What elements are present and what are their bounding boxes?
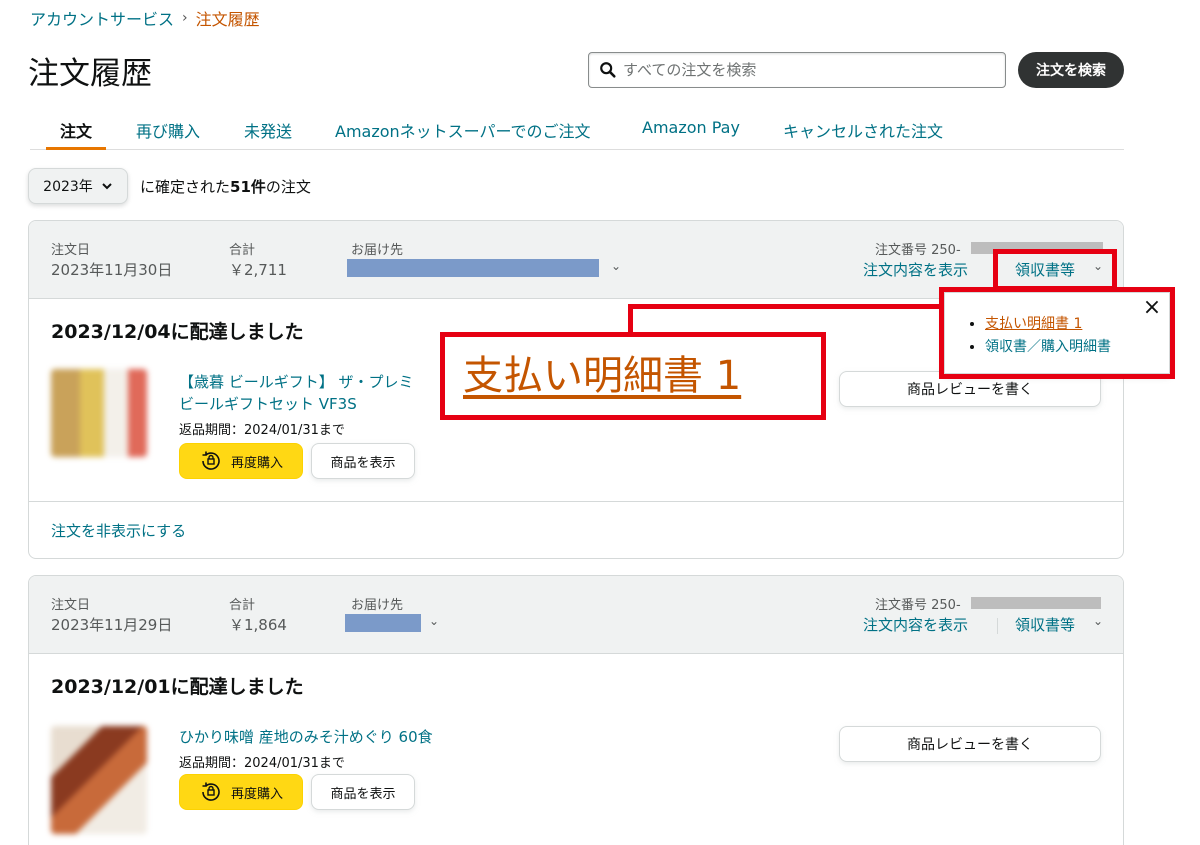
- reorder-icon: [202, 451, 220, 470]
- order-date: 2023年11月29日: [51, 616, 173, 634]
- buy-again-button[interactable]: 再度購入: [179, 443, 303, 479]
- breadcrumb-account-services[interactable]: アカウントサービス: [30, 6, 174, 30]
- view-item-button[interactable]: 商品を表示: [311, 443, 415, 479]
- zoom-callout: 支払い明細書 1: [440, 332, 826, 420]
- buy-again-button[interactable]: 再度購入: [179, 774, 303, 810]
- order-number-label: 注文番号 250-: [875, 243, 961, 258]
- page-title: 注文履歴: [28, 56, 152, 92]
- write-review-button[interactable]: 商品レビューを書く: [839, 726, 1101, 762]
- redacted-recipient[interactable]: [347, 259, 599, 277]
- order-date: 2023年11月30日: [51, 261, 173, 279]
- year-select-value: 2023年: [43, 179, 93, 195]
- order-tabs: 注文 再び購入 未発送 Amazonネットスーパーでのご注文 Amazon Pa…: [30, 106, 1124, 150]
- annotation-connector: [628, 304, 633, 334]
- tab-buy-again[interactable]: 再び購入: [136, 118, 200, 142]
- product-image[interactable]: [51, 369, 147, 457]
- redacted-order-number: [971, 597, 1101, 609]
- receipts-highlight-box: [993, 249, 1117, 291]
- search-icon: [600, 62, 616, 78]
- hide-order-link[interactable]: 注文を非表示にする: [51, 520, 186, 541]
- buy-again-label: 再度購入: [230, 455, 283, 471]
- popover-highlight-box: [939, 287, 1175, 379]
- delivery-status: 2023/12/01に配達しました: [51, 676, 304, 698]
- annotation-connector: [628, 304, 941, 309]
- chevron-down-icon[interactable]: ⌄: [611, 259, 621, 273]
- breadcrumb: アカウントサービス › 注文履歴: [30, 6, 260, 30]
- view-order-details-link[interactable]: 注文内容を表示: [863, 614, 968, 635]
- return-window: 返品期間：2024/01/31まで: [179, 423, 345, 438]
- order-total-label: 合計: [229, 598, 256, 613]
- chevron-down-icon[interactable]: ⌄: [429, 614, 439, 628]
- order-date-label: 注文日: [51, 598, 91, 613]
- ship-to-label: お届け先: [351, 598, 404, 613]
- order-number-label: 注文番号 250-: [875, 598, 961, 613]
- tab-amazon-pay[interactable]: Amazon Pay: [642, 118, 740, 137]
- year-select[interactable]: 2023年: [28, 168, 128, 204]
- return-window: 返品期間：2024/01/31まで: [179, 756, 345, 771]
- callout-text: 支払い明細書 1: [463, 353, 742, 399]
- active-tab-indicator: [46, 147, 106, 150]
- tab-cancelled[interactable]: キャンセルされた注文: [783, 118, 943, 142]
- order-count: 51件: [230, 177, 266, 196]
- tab-net-super[interactable]: Amazonネットスーパーでのご注文: [335, 118, 591, 142]
- product-title[interactable]: ひかり味噌 産地のみそ汁めぐり 60食: [179, 726, 433, 748]
- search-box[interactable]: [588, 52, 1006, 88]
- order-card: 注文日 2023年11月29日 合計 ￥1,864 お届け先 ⌄ 注文番号 25…: [28, 575, 1124, 845]
- order-total: ￥2,711: [229, 261, 287, 279]
- order-count-text: に確定された51件の注文: [140, 177, 311, 196]
- chevron-down-icon[interactable]: ⌄: [1093, 614, 1103, 628]
- search-orders-button[interactable]: 注文を検索: [1018, 52, 1124, 88]
- breadcrumb-current: 注文履歴: [195, 10, 260, 29]
- receipts-link[interactable]: 領収書等: [1015, 614, 1075, 635]
- product-title[interactable]: 【歳暮 ビールギフト】 ザ・プレミ ビールギフトセット VF3S: [179, 371, 414, 415]
- search-input[interactable]: [623, 61, 983, 79]
- chevron-down-icon: [102, 183, 112, 190]
- tab-orders[interactable]: 注文: [60, 118, 92, 142]
- ship-to-label: お届け先: [351, 243, 404, 258]
- divider: [997, 618, 998, 634]
- buy-again-label: 再度購入: [230, 786, 283, 802]
- order-total: ￥1,864: [229, 616, 287, 634]
- product-image[interactable]: [51, 726, 147, 834]
- order-date-label: 注文日: [51, 243, 91, 258]
- breadcrumb-separator: ›: [182, 10, 188, 26]
- order-header: 注文日 2023年11月29日 合計 ￥1,864 お届け先 ⌄ 注文番号 25…: [29, 576, 1123, 654]
- order-footer: 注文を非表示にする: [29, 501, 1123, 558]
- filter-row: 2023年 に確定された51件の注文: [28, 168, 311, 204]
- delivery-status: 2023/12/04に配達しました: [51, 321, 304, 343]
- order-total-label: 合計: [229, 243, 256, 258]
- view-item-button[interactable]: 商品を表示: [311, 774, 415, 810]
- redacted-recipient[interactable]: [345, 614, 421, 632]
- tab-not-shipped[interactable]: 未発送: [244, 118, 292, 142]
- view-order-details-link[interactable]: 注文内容を表示: [863, 259, 968, 280]
- reorder-icon: [202, 782, 220, 801]
